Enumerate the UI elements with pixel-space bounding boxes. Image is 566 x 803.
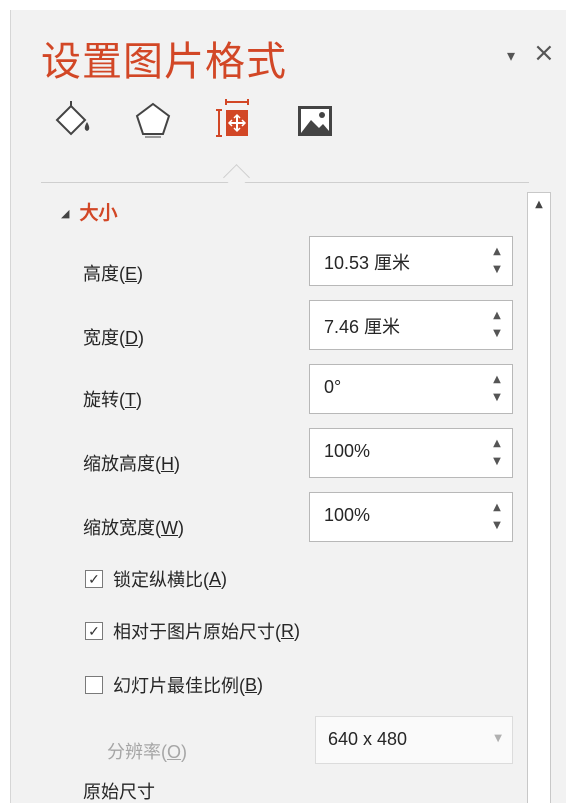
rotation-spinner[interactable]: ▲ ▼ bbox=[490, 373, 504, 405]
chevron-down-icon: ▼ bbox=[494, 733, 502, 744]
resolution-value: 640 x 480 bbox=[328, 729, 408, 749]
scale-height-spinner[interactable]: ▲ ▼ bbox=[490, 437, 504, 469]
collapse-triangle-icon[interactable]: ◢ bbox=[61, 207, 69, 220]
scale-width-value: 100% bbox=[324, 505, 371, 525]
spin-up-icon[interactable]: ▲ bbox=[490, 245, 504, 259]
scale-width-input[interactable]: 100% ▲ ▼ bbox=[309, 492, 513, 542]
checkbox-unchecked[interactable] bbox=[85, 676, 103, 694]
section-title: 大小 bbox=[79, 202, 118, 224]
spin-down-icon[interactable]: ▼ bbox=[490, 391, 504, 405]
vertical-scrollbar[interactable]: ▲ bbox=[527, 192, 551, 803]
format-picture-pane: 设置图片格式 ▾ × ▲ ◢ 大小 高度(E) 10.53 厘米 ▲ ▼ 宽度(… bbox=[10, 10, 566, 803]
rotation-input[interactable]: 0° ▲ ▼ bbox=[309, 364, 513, 414]
spin-up-icon[interactable]: ▲ bbox=[490, 373, 504, 387]
height-spinner[interactable]: ▲ ▼ bbox=[490, 245, 504, 277]
spin-down-icon[interactable]: ▼ bbox=[490, 519, 504, 533]
picture-icon[interactable] bbox=[293, 98, 333, 144]
close-icon[interactable]: × bbox=[533, 38, 555, 68]
pane-options-dropdown[interactable]: ▾ bbox=[507, 46, 515, 65]
resolution-select[interactable]: 640 x 480 ▼ bbox=[315, 716, 513, 764]
checkbox-checked[interactable]: ✓ bbox=[85, 570, 103, 588]
size-properties-icon[interactable] bbox=[213, 98, 253, 144]
active-tab-pointer bbox=[223, 164, 250, 191]
category-tabs bbox=[51, 98, 351, 154]
pane-title: 设置图片格式 bbox=[41, 39, 287, 85]
fill-line-icon[interactable] bbox=[51, 98, 91, 144]
width-input[interactable]: 7.46 厘米 ▲ ▼ bbox=[309, 300, 513, 350]
scale-height-label: 缩放高度(H) bbox=[83, 454, 180, 474]
spin-down-icon[interactable]: ▼ bbox=[490, 327, 504, 341]
height-label: 高度(E) bbox=[83, 264, 144, 284]
scale-width-label: 缩放宽度(W) bbox=[83, 518, 184, 538]
width-value: 7.46 厘米 bbox=[324, 317, 401, 337]
lock-aspect-ratio-checkbox[interactable]: ✓ 锁定纵横比(A) bbox=[85, 566, 227, 592]
scale-width-spinner[interactable]: ▲ ▼ bbox=[490, 501, 504, 533]
spin-down-icon[interactable]: ▼ bbox=[490, 263, 504, 277]
rotation-value: 0° bbox=[324, 377, 342, 397]
tab-separator bbox=[41, 182, 529, 183]
width-label: 宽度(D) bbox=[83, 328, 144, 348]
best-scale-slideshow-checkbox[interactable]: 幻灯片最佳比例(B) bbox=[85, 672, 263, 698]
spin-down-icon[interactable]: ▼ bbox=[490, 455, 504, 469]
effects-icon[interactable] bbox=[131, 98, 171, 144]
spin-up-icon[interactable]: ▲ bbox=[490, 501, 504, 515]
scroll-up-icon[interactable]: ▲ bbox=[528, 193, 550, 215]
original-size-heading: 原始尺寸 bbox=[83, 782, 155, 802]
scale-height-input[interactable]: 100% ▲ ▼ bbox=[309, 428, 513, 478]
checkbox-checked[interactable]: ✓ bbox=[85, 622, 103, 640]
width-spinner[interactable]: ▲ ▼ bbox=[490, 309, 504, 341]
height-input[interactable]: 10.53 厘米 ▲ ▼ bbox=[309, 236, 513, 286]
scale-height-value: 100% bbox=[324, 441, 371, 461]
relative-original-size-checkbox[interactable]: ✓ 相对于图片原始尺寸(R) bbox=[85, 618, 300, 644]
spin-up-icon[interactable]: ▲ bbox=[490, 309, 504, 323]
size-section-header[interactable]: ◢ 大小 bbox=[61, 198, 117, 225]
height-value: 10.53 厘米 bbox=[324, 253, 411, 273]
rotation-label: 旋转(T) bbox=[83, 390, 142, 410]
resolution-label: 分辨率(O) bbox=[107, 742, 188, 762]
spin-up-icon[interactable]: ▲ bbox=[490, 437, 504, 451]
